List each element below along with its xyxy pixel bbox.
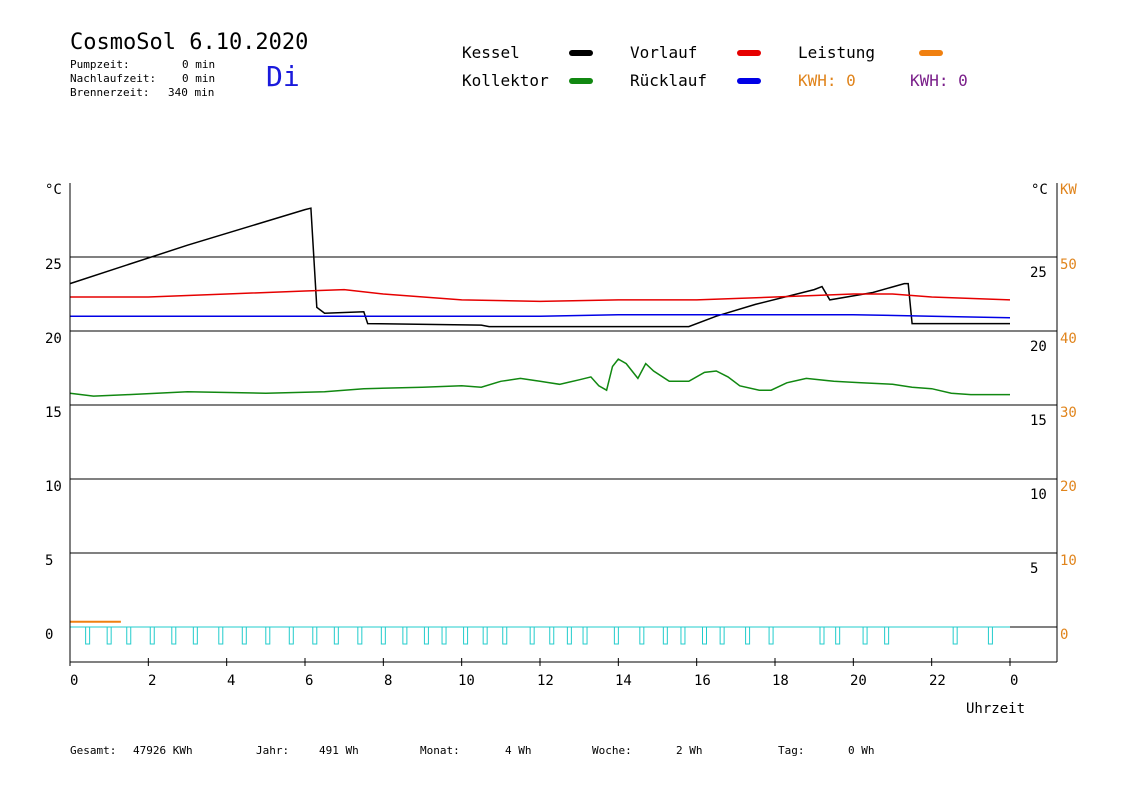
pump-pulse: [835, 626, 841, 645]
footer-gesamt-value: 47926 KWh: [133, 744, 193, 757]
x-tick-16: 16: [694, 673, 711, 689]
kw-tick-30: 30: [1060, 405, 1077, 421]
right-tick-20: 20: [1030, 339, 1047, 355]
left-tick-25: 25: [45, 257, 62, 273]
pump-pulse: [265, 626, 271, 645]
pump-pulse: [719, 626, 725, 645]
kw-axis-unit: KW: [1060, 182, 1077, 198]
right-tick-10: 10: [1030, 487, 1047, 503]
series-line-vorlauf: [70, 288, 1011, 303]
x-tick-2: 2: [148, 673, 157, 689]
pump-pulse: [582, 626, 588, 645]
right-tick-5: 5: [1030, 561, 1039, 577]
pump-pulse: [549, 626, 555, 645]
x-tick-22: 22: [929, 673, 946, 689]
left-tick-10: 10: [45, 479, 62, 495]
pump-pulse: [463, 626, 469, 645]
pump-pulse: [402, 626, 408, 645]
left-tick-0: 0: [45, 627, 54, 643]
pump-pulse: [192, 626, 198, 645]
pump-pulse: [149, 626, 155, 645]
footer-jahr-value: 491 Wh: [319, 744, 359, 757]
pump-pulse: [171, 626, 177, 645]
x-tick-12: 12: [537, 673, 554, 689]
series-line-kessel: [69, 207, 1010, 328]
pump-pulse: [106, 626, 112, 645]
footer-gesamt-label: Gesamt:: [70, 744, 117, 757]
pump-pulse: [680, 626, 686, 645]
pump-pulse: [312, 626, 318, 645]
pump-pulse: [639, 626, 645, 645]
series-line-kollektor: [69, 358, 1010, 397]
temperature-chart: [69, 50, 1058, 666]
kw-tick-20: 20: [1060, 479, 1077, 495]
pump-pulse: [529, 626, 535, 645]
footer-jahr-label: Jahr:: [256, 744, 290, 757]
right-axis-unit: °C: [1031, 182, 1048, 198]
pump-pulse: [745, 626, 751, 645]
kw-tick-10: 10: [1060, 553, 1077, 569]
footer-monat-value: 4 Wh: [505, 744, 532, 757]
footer-monat-label: Monat:: [420, 744, 460, 757]
pump-pulse: [288, 626, 294, 645]
footer-tag-label: Tag:: [778, 744, 805, 757]
left-tick-20: 20: [45, 331, 62, 347]
pump-pulse: [380, 626, 386, 645]
left-tick-5: 5: [45, 553, 54, 569]
pump-pulse: [85, 626, 91, 645]
pump-pulse: [502, 626, 508, 645]
x-axis-label: Uhrzeit: [966, 701, 1026, 717]
pump-pulse: [333, 626, 339, 645]
footer-tag-value: 0 Wh: [848, 744, 875, 757]
pump-pulse: [987, 626, 993, 645]
x-tick-10: 10: [458, 673, 475, 689]
right-tick-15: 15: [1030, 413, 1047, 429]
pump-pulse: [241, 626, 247, 645]
pump-pulse: [862, 626, 868, 645]
pump-pulse: [884, 626, 890, 645]
x-tick-24: 0: [1010, 673, 1019, 689]
pump-pulse: [423, 626, 429, 645]
kw-tick-40: 40: [1060, 331, 1077, 347]
x-tick-4: 4: [227, 673, 236, 689]
x-tick-0: 0: [70, 673, 79, 689]
x-tick-14: 14: [615, 673, 632, 689]
right-tick-25: 25: [1030, 265, 1047, 281]
pump-pulse: [768, 626, 774, 645]
pump-pulse: [357, 626, 363, 645]
left-axis-unit: °C: [45, 182, 62, 198]
footer-woche-value: 2 Wh: [676, 744, 703, 757]
x-tick-18: 18: [772, 673, 789, 689]
pump-pulse: [662, 626, 668, 645]
x-tick-20: 20: [850, 673, 867, 689]
pump-pulse: [613, 626, 619, 645]
pump-pulse: [566, 626, 572, 645]
kw-tick-50: 50: [1060, 257, 1077, 273]
x-tick-6: 6: [305, 673, 314, 689]
pump-pulse: [702, 626, 707, 645]
pump-pulse: [952, 626, 958, 645]
pump-pulse: [126, 626, 132, 645]
pump-pulse: [819, 626, 825, 645]
kw-tick-0: 0: [1060, 627, 1069, 643]
series-line-rcklauf: [70, 313, 1011, 319]
pump-pulse: [218, 626, 224, 645]
pump-pulse: [482, 626, 488, 645]
left-tick-15: 15: [45, 405, 62, 421]
x-tick-8: 8: [384, 673, 393, 689]
pump-pulse: [441, 626, 447, 645]
footer-woche-label: Woche:: [592, 744, 632, 757]
